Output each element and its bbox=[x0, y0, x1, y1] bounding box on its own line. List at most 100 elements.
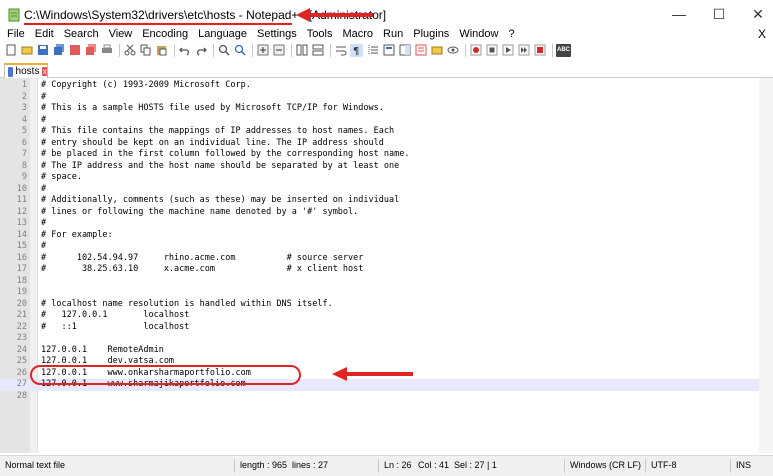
tab-hosts[interactable]: hosts x bbox=[4, 63, 48, 78]
close-document-button[interactable]: X bbox=[758, 27, 766, 41]
new-file-icon[interactable] bbox=[4, 44, 17, 57]
line-text: # This is a sample HOSTS file used by Mi… bbox=[41, 103, 384, 113]
editor-line[interactable]: 5 # This file contains the mappings of IP… bbox=[0, 126, 773, 138]
user-defined-language-icon[interactable] bbox=[382, 44, 395, 57]
minimize-button[interactable]: — bbox=[664, 4, 694, 24]
folder-workspace-icon[interactable] bbox=[430, 44, 443, 57]
editor-line[interactable]: 28 bbox=[0, 391, 773, 403]
record-macro-icon[interactable] bbox=[469, 44, 482, 57]
editor-line[interactable]: 3 # This is a sample HOSTS file used by M… bbox=[0, 103, 773, 115]
editor-line[interactable]: 2 # bbox=[0, 92, 773, 104]
status-encoding: UTF-8 bbox=[651, 460, 677, 470]
editor-line[interactable]: 1 # Copyright (c) 1993-2009 Microsoft Cor… bbox=[0, 80, 773, 92]
line-number: 4 bbox=[21, 114, 27, 125]
toolbar-separator bbox=[119, 43, 120, 57]
replace-icon[interactable] bbox=[233, 44, 246, 57]
print-icon[interactable] bbox=[100, 44, 113, 57]
save-icon[interactable] bbox=[36, 44, 49, 57]
close-all-icon[interactable] bbox=[84, 44, 97, 57]
zoom-out-icon[interactable] bbox=[272, 44, 285, 57]
editor-line[interactable]: 18 bbox=[0, 276, 773, 288]
menu-settings[interactable]: Settings bbox=[252, 27, 302, 41]
editor-line[interactable]: 16 # 102.54.94.97 rhino.acme.com # source… bbox=[0, 253, 773, 265]
paste-icon[interactable] bbox=[155, 44, 168, 57]
menu-macro[interactable]: Macro bbox=[337, 27, 378, 41]
menu-encoding[interactable]: Encoding bbox=[137, 27, 193, 41]
vertical-scrollbar[interactable] bbox=[759, 78, 773, 453]
editor-line[interactable]: 9 # space. bbox=[0, 172, 773, 184]
play-macro-icon[interactable] bbox=[501, 44, 514, 57]
find-icon[interactable] bbox=[217, 44, 230, 57]
copy-icon[interactable] bbox=[139, 44, 152, 57]
maximize-button[interactable]: ☐ bbox=[704, 4, 734, 24]
close-file-icon[interactable] bbox=[68, 44, 81, 57]
editor-line[interactable]: 8 # The IP address and the host name shou… bbox=[0, 161, 773, 173]
close-window-button[interactable]: ✕ bbox=[743, 4, 773, 24]
toolbar: ¶ ABC bbox=[0, 41, 773, 59]
cut-icon[interactable] bbox=[123, 44, 136, 57]
line-number: 7 bbox=[21, 149, 27, 159]
save-macro-icon[interactable] bbox=[533, 44, 546, 57]
menu-window[interactable]: Window bbox=[454, 27, 503, 41]
menu-plugins[interactable]: Plugins bbox=[408, 27, 454, 41]
save-all-icon[interactable] bbox=[52, 44, 65, 57]
line-number: 28 bbox=[16, 390, 27, 401]
line-number: 13 bbox=[16, 218, 27, 228]
line-text: # bbox=[41, 183, 47, 194]
line-text: # bbox=[41, 91, 47, 102]
menu-search[interactable]: Search bbox=[59, 27, 104, 41]
menu-view[interactable]: View bbox=[104, 27, 138, 41]
editor-line[interactable]: 6 # entry should be kept on an individual… bbox=[0, 138, 773, 150]
line-text: # The IP address and the host name shoul… bbox=[41, 160, 400, 171]
sync-vertical-icon[interactable] bbox=[295, 44, 308, 57]
editor-line[interactable]: 12 # lines or following the machine name … bbox=[0, 207, 773, 219]
toolbar-separator bbox=[291, 43, 292, 57]
tab-close-icon[interactable]: x bbox=[42, 67, 47, 76]
editor-line[interactable]: 14 # For example: bbox=[0, 230, 773, 242]
function-list-icon[interactable] bbox=[414, 44, 427, 57]
word-wrap-icon[interactable] bbox=[334, 44, 347, 57]
zoom-in-icon[interactable] bbox=[256, 44, 269, 57]
editor-line[interactable]: 4 # bbox=[0, 115, 773, 127]
menu-run[interactable]: Run bbox=[378, 27, 408, 41]
editor-line[interactable]: 24 127.0.0.1 RemoteAdmin bbox=[0, 345, 773, 357]
status-divider bbox=[645, 459, 646, 473]
editor-line[interactable]: 20 # localhost name resolution is handled… bbox=[0, 299, 773, 311]
indent-guide-icon[interactable] bbox=[366, 44, 379, 57]
editor-line[interactable]: 23 bbox=[0, 333, 773, 345]
menu-file[interactable]: File bbox=[0, 27, 30, 41]
editor-line[interactable]: 10 # bbox=[0, 184, 773, 196]
line-number: 2 bbox=[21, 91, 27, 102]
menu-help[interactable]: ? bbox=[503, 27, 519, 41]
editor-area[interactable]: 1 # Copyright (c) 1993-2009 Microsoft Cor… bbox=[0, 78, 773, 453]
editor-line[interactable]: 22 # ::1 localhost bbox=[0, 322, 773, 334]
menu-bar: File Edit Search View Encoding Language … bbox=[0, 27, 773, 41]
stop-recording-icon[interactable] bbox=[485, 44, 498, 57]
show-all-characters-icon[interactable]: ¶ bbox=[350, 43, 363, 57]
editor-lines: 1 # Copyright (c) 1993-2009 Microsoft Cor… bbox=[0, 80, 773, 402]
redo-icon[interactable] bbox=[194, 44, 207, 57]
sync-horizontal-icon[interactable] bbox=[311, 44, 324, 57]
editor-line[interactable]: 13 # bbox=[0, 218, 773, 230]
open-file-icon[interactable] bbox=[20, 44, 33, 57]
editor-line[interactable]: 21 # 127.0.0.1 localhost bbox=[0, 310, 773, 322]
menu-edit[interactable]: Edit bbox=[30, 27, 59, 41]
editor-line[interactable]: 15 # bbox=[0, 241, 773, 253]
menu-tools[interactable]: Tools bbox=[302, 27, 338, 41]
line-number: 20 bbox=[16, 298, 27, 309]
menu-language[interactable]: Language bbox=[193, 27, 252, 41]
monitoring-icon[interactable] bbox=[446, 44, 459, 57]
line-text: 127.0.0.1 RemoteAdmin bbox=[41, 344, 164, 355]
spell-check-icon[interactable]: ABC bbox=[556, 43, 571, 57]
line-arrow-annotation-line bbox=[345, 372, 413, 376]
line-number: 22 bbox=[16, 321, 27, 332]
editor-line[interactable]: 17 # 38.25.63.10 x.acme.com # x client ho… bbox=[0, 264, 773, 276]
document-map-icon[interactable] bbox=[398, 44, 411, 57]
line-text: # 102.54.94.97 rhino.acme.com # source s… bbox=[41, 252, 364, 263]
play-macro-multiple-icon[interactable] bbox=[517, 44, 530, 57]
editor-line[interactable]: 19 bbox=[0, 287, 773, 299]
editor-line[interactable]: 7 # be placed in the first column followe… bbox=[0, 149, 773, 161]
undo-icon[interactable] bbox=[178, 44, 191, 57]
status-divider bbox=[564, 459, 565, 473]
editor-line[interactable]: 11 # Additionally, comments (such as thes… bbox=[0, 195, 773, 207]
